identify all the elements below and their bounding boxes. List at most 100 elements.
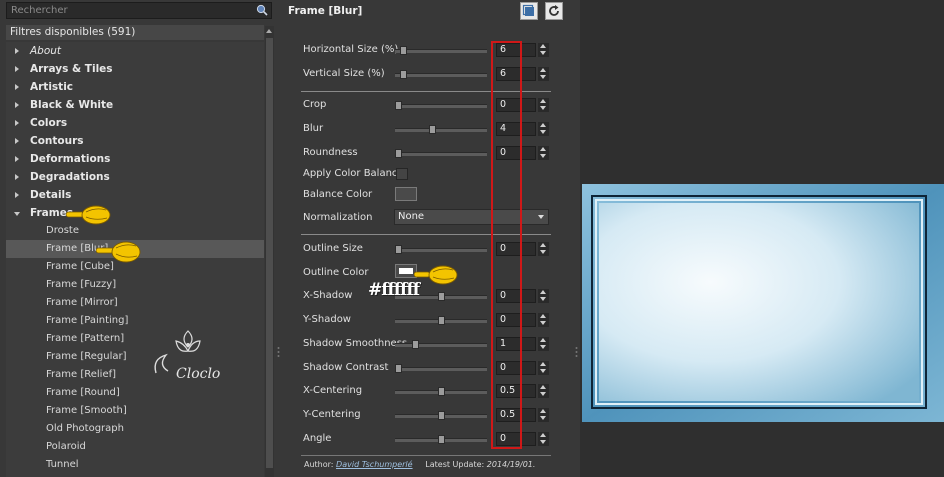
splitter-grip[interactable] — [575, 346, 578, 360]
spin-down-icon[interactable] — [540, 297, 546, 301]
preview-mode-button[interactable] — [520, 2, 538, 20]
expand-arrow-icon[interactable] — [15, 174, 19, 180]
horizontal-size-slider[interactable] — [395, 46, 487, 55]
angle-slider[interactable] — [395, 435, 487, 444]
slider-knob[interactable] — [400, 70, 407, 79]
filter-item[interactable]: Tunnel — [6, 456, 264, 474]
slider-knob[interactable] — [412, 340, 419, 349]
filter-item[interactable]: Frame [Round] — [6, 384, 264, 402]
slider-knob[interactable] — [438, 387, 445, 396]
category-deformations[interactable]: Deformations — [6, 150, 264, 168]
spin-up-icon[interactable] — [540, 68, 546, 72]
spin-up-icon[interactable] — [540, 44, 546, 48]
x-shadow-slider[interactable] — [395, 292, 487, 301]
category-artistic[interactable]: Artistic — [6, 78, 264, 96]
y-shadow-slider[interactable] — [395, 316, 487, 325]
balance-color-button[interactable] — [395, 187, 417, 201]
spin-down-icon[interactable] — [540, 345, 546, 349]
crop-spinner[interactable] — [538, 98, 549, 112]
category-colors[interactable]: Colors — [6, 114, 264, 132]
spin-up-icon[interactable] — [540, 338, 546, 342]
spin-up-icon[interactable] — [540, 433, 546, 437]
expand-arrow-icon[interactable] — [15, 138, 19, 144]
x-centering-spinner[interactable] — [538, 384, 549, 398]
outline-size-slider[interactable] — [395, 245, 487, 254]
blur-spinner[interactable] — [538, 122, 549, 136]
slider-knob[interactable] — [438, 316, 445, 325]
outline-size-spinner[interactable] — [538, 242, 549, 256]
spin-up-icon[interactable] — [540, 123, 546, 127]
spin-down-icon[interactable] — [540, 130, 546, 134]
expand-arrow-icon[interactable] — [15, 84, 19, 90]
spin-up-icon[interactable] — [540, 99, 546, 103]
vertical-size-spinner[interactable] — [538, 67, 549, 81]
expand-arrow-icon[interactable] — [15, 102, 19, 108]
expand-arrow-icon[interactable] — [15, 120, 19, 126]
slider-knob[interactable] — [395, 149, 402, 158]
filter-item[interactable]: Old Photograph — [6, 420, 264, 438]
roundness-spinner[interactable] — [538, 146, 549, 160]
shadow-contrast-spinner[interactable] — [538, 361, 549, 375]
expand-arrow-icon[interactable] — [15, 192, 19, 198]
search-input[interactable]: Rechercher — [6, 2, 272, 19]
crop-slider[interactable] — [395, 101, 487, 110]
y-centering-spinner[interactable] — [538, 408, 549, 422]
expand-arrow-icon[interactable] — [15, 48, 19, 54]
horizontal-size-spinner[interactable] — [538, 43, 549, 57]
spin-down-icon[interactable] — [540, 440, 546, 444]
normalization-select[interactable]: None — [394, 209, 549, 225]
slider-knob[interactable] — [395, 101, 402, 110]
expand-arrow-icon[interactable] — [15, 66, 19, 72]
filter-item[interactable]: Polaroid — [6, 438, 264, 456]
filter-item[interactable]: Frame [Mirror] — [6, 294, 264, 312]
spin-up-icon[interactable] — [540, 147, 546, 151]
spin-down-icon[interactable] — [540, 250, 546, 254]
spin-up-icon[interactable] — [540, 243, 546, 247]
slider-knob[interactable] — [395, 245, 402, 254]
slider-knob[interactable] — [438, 435, 445, 444]
spin-up-icon[interactable] — [540, 362, 546, 366]
x-shadow-spinner[interactable] — [538, 289, 549, 303]
category-contours[interactable]: Contours — [6, 132, 264, 150]
vertical-size-slider[interactable] — [395, 70, 487, 79]
spin-down-icon[interactable] — [540, 392, 546, 396]
spin-down-icon[interactable] — [540, 416, 546, 420]
category-degradations[interactable]: Degradations — [6, 168, 264, 186]
slider-knob[interactable] — [438, 292, 445, 301]
slider-knob[interactable] — [400, 46, 407, 55]
slider-knob[interactable] — [429, 125, 436, 134]
author-link[interactable]: David Tschumperlé — [336, 460, 413, 469]
apply-color-balance-checkbox[interactable] — [396, 168, 408, 180]
category-arrays-tiles[interactable]: Arrays & Tiles — [6, 60, 264, 78]
spin-down-icon[interactable] — [540, 51, 546, 55]
chevron-down-icon[interactable] — [538, 215, 544, 219]
filter-item[interactable]: Frame [Smooth] — [6, 402, 264, 420]
spin-up-icon[interactable] — [540, 385, 546, 389]
x-centering-slider[interactable] — [395, 387, 487, 396]
category-details[interactable]: Details — [6, 186, 264, 204]
expand-arrow-icon[interactable] — [15, 156, 19, 162]
filter-item[interactable]: Frame [Fuzzy] — [6, 276, 264, 294]
slider-knob[interactable] — [438, 411, 445, 420]
spin-down-icon[interactable] — [540, 321, 546, 325]
tree-scrollbar[interactable] — [265, 26, 274, 477]
scroll-thumb[interactable] — [266, 38, 273, 468]
filter-item[interactable]: Droste — [6, 222, 264, 240]
y-centering-slider[interactable] — [395, 411, 487, 420]
spin-down-icon[interactable] — [540, 75, 546, 79]
roundness-slider[interactable] — [395, 149, 487, 158]
spin-up-icon[interactable] — [540, 409, 546, 413]
search-icon[interactable] — [256, 4, 268, 16]
preview-image[interactable] — [582, 184, 944, 422]
shadow-contrast-slider[interactable] — [395, 364, 487, 373]
category-about[interactable]: About — [6, 42, 264, 60]
slider-knob[interactable] — [395, 364, 402, 373]
reset-button[interactable] — [545, 2, 563, 20]
angle-spinner[interactable] — [538, 432, 549, 446]
scroll-up-icon[interactable] — [266, 29, 272, 33]
spin-up-icon[interactable] — [540, 314, 546, 318]
spin-down-icon[interactable] — [540, 369, 546, 373]
y-shadow-spinner[interactable] — [538, 313, 549, 327]
blur-slider[interactable] — [395, 125, 487, 134]
shadow-smoothness-spinner[interactable] — [538, 337, 549, 351]
